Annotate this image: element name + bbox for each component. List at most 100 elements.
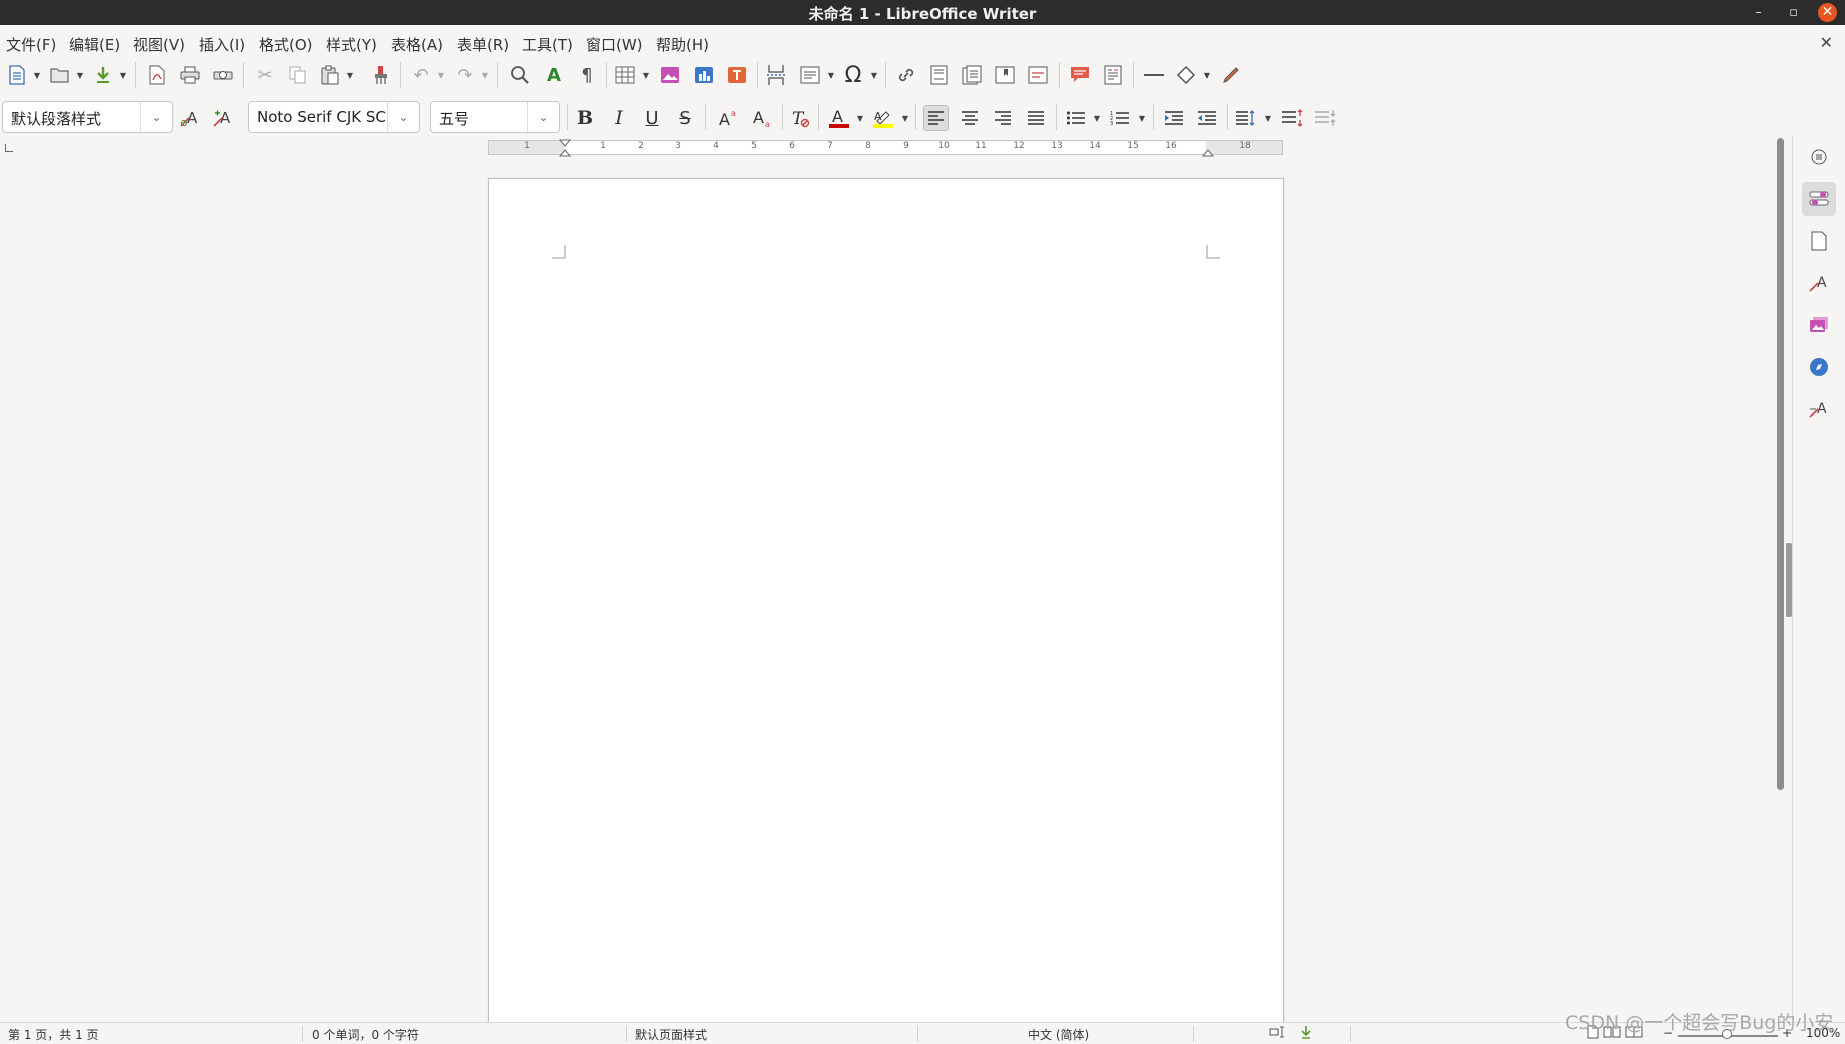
spelling-icon[interactable]: A (541, 62, 567, 88)
special-character-dropdown-arrow[interactable]: ▼ (869, 62, 879, 88)
highlight-color-icon[interactable]: A (870, 105, 896, 131)
draw-icon[interactable] (1218, 62, 1244, 88)
subscript-icon[interactable]: Aa (749, 105, 775, 131)
styles-icon[interactable]: A (1802, 266, 1836, 300)
word-count[interactable]: 0 个单词，0 个字符 (312, 1026, 419, 1043)
menu-tools[interactable]: 工具(T) (522, 34, 573, 55)
scrollbar-thumb[interactable] (1777, 138, 1784, 790)
menu-format[interactable]: 格式(O) (259, 34, 313, 55)
page-break-icon[interactable] (763, 62, 789, 88)
paste-icon[interactable] (317, 62, 343, 88)
superscript-icon[interactable]: Aa (715, 105, 741, 131)
chevron-down-icon[interactable]: ⌄ (527, 102, 559, 132)
redo-dropdown-arrow[interactable]: ▼ (480, 62, 490, 88)
menu-file[interactable]: 文件(F) (6, 34, 56, 55)
insert-table-dropdown-arrow[interactable]: ▼ (641, 62, 651, 88)
footnote-icon[interactable] (926, 62, 952, 88)
open-dropdown-arrow[interactable]: ▼ (75, 62, 85, 88)
horizontal-ruler[interactable]: 1 1 2 3 4 5 6 7 8 9 10 11 12 13 14 15 16… (488, 139, 1283, 157)
update-style-icon[interactable]: A (177, 105, 203, 131)
clear-formatting-icon[interactable]: T (787, 105, 813, 131)
right-indent-marker[interactable] (1202, 139, 1214, 157)
paragraph-style-combo[interactable]: 默认段落样式 ⌄ (2, 101, 173, 133)
manage-changes-icon[interactable]: A (1802, 392, 1836, 426)
print-preview-icon[interactable] (210, 62, 236, 88)
new-dropdown-arrow[interactable]: ▼ (32, 62, 42, 88)
paste-dropdown-arrow[interactable]: ▼ (345, 62, 355, 88)
save-icon[interactable] (90, 62, 116, 88)
print-icon[interactable] (177, 62, 203, 88)
page-count[interactable]: 第 1 页，共 1 页 (8, 1026, 99, 1043)
comment-icon[interactable] (1067, 62, 1093, 88)
vertical-scrollbar[interactable] (1774, 138, 1786, 1024)
insert-mode-icon[interactable] (1269, 1025, 1287, 1042)
line-spacing-dropdown-arrow[interactable]: ▼ (1263, 105, 1273, 131)
menu-window[interactable]: 窗口(W) (586, 34, 643, 55)
font-size-combo[interactable]: 五号 ⌄ (430, 101, 560, 133)
cut-icon[interactable]: ✂ (252, 62, 278, 88)
align-center-icon[interactable] (957, 105, 983, 131)
numbered-list-icon[interactable]: 123 (1107, 105, 1133, 131)
highlight-dropdown-arrow[interactable]: ▼ (900, 105, 910, 131)
new-style-icon[interactable]: A (210, 105, 236, 131)
decrease-paragraph-spacing-icon[interactable] (1312, 105, 1338, 131)
increase-paragraph-spacing-icon[interactable] (1279, 105, 1305, 131)
insert-table-icon[interactable] (612, 62, 638, 88)
hyperlink-icon[interactable] (893, 62, 919, 88)
bold-icon[interactable]: B (572, 105, 598, 131)
copy-icon[interactable] (285, 62, 311, 88)
endnote-icon[interactable] (959, 62, 985, 88)
italic-icon[interactable]: I (606, 105, 632, 131)
open-icon[interactable] (47, 62, 73, 88)
justify-icon[interactable] (1023, 105, 1049, 131)
save-dropdown-arrow[interactable]: ▼ (118, 62, 128, 88)
menu-help[interactable]: 帮助(H) (656, 34, 709, 55)
clone-formatting-icon[interactable] (368, 62, 394, 88)
bullet-list-icon[interactable] (1063, 105, 1089, 131)
redo-icon[interactable]: ↷ (452, 62, 478, 88)
menu-edit[interactable]: 编辑(E) (69, 34, 120, 55)
font-name-combo[interactable]: Noto Serif CJK SC ⌄ (248, 101, 420, 133)
new-document-icon[interactable] (4, 62, 30, 88)
document-page[interactable] (488, 178, 1284, 1044)
left-indent-marker[interactable] (559, 139, 571, 157)
menu-table[interactable]: 表格(A) (391, 34, 443, 55)
decrease-indent-icon[interactable] (1194, 105, 1220, 131)
text-language[interactable]: 中文 (简体) (1028, 1026, 1089, 1043)
bookmark-icon[interactable] (992, 62, 1018, 88)
special-character-icon[interactable]: Ω (840, 62, 866, 88)
restore-button[interactable]: ▫ (1784, 3, 1803, 22)
basic-shapes-dropdown-arrow[interactable]: ▼ (1202, 62, 1212, 88)
numbered-list-dropdown-arrow[interactable]: ▼ (1137, 105, 1147, 131)
gallery-icon[interactable] (1802, 308, 1836, 342)
increase-indent-icon[interactable] (1161, 105, 1187, 131)
insert-field-icon[interactable] (797, 62, 823, 88)
font-color-icon[interactable]: A (826, 105, 852, 131)
undo-icon[interactable]: ↶ (408, 62, 434, 88)
line-spacing-icon[interactable] (1233, 105, 1259, 131)
insert-text-box-icon[interactable] (724, 62, 750, 88)
insert-image-icon[interactable] (657, 62, 683, 88)
insert-field-dropdown-arrow[interactable]: ▼ (826, 62, 836, 88)
basic-shapes-icon[interactable] (1173, 62, 1199, 88)
sidebar-menu-icon[interactable] (1802, 140, 1836, 174)
undo-dropdown-arrow[interactable]: ▼ (436, 62, 446, 88)
close-document-button[interactable]: ✕ (1820, 33, 1833, 52)
bullet-list-dropdown-arrow[interactable]: ▼ (1092, 105, 1102, 131)
formatting-marks-icon[interactable]: ¶ (574, 62, 600, 88)
line-icon[interactable] (1141, 62, 1167, 88)
menu-insert[interactable]: 插入(I) (199, 34, 245, 55)
find-replace-icon[interactable] (507, 62, 533, 88)
chevron-down-icon[interactable]: ⌄ (387, 102, 419, 132)
chevron-down-icon[interactable]: ⌄ (140, 102, 172, 132)
close-window-button[interactable]: ✕ (1818, 3, 1837, 22)
align-left-icon[interactable] (923, 105, 949, 131)
menu-styles[interactable]: 样式(Y) (326, 34, 377, 55)
navigator-icon[interactable] (1802, 350, 1836, 384)
menu-view[interactable]: 视图(V) (133, 34, 185, 55)
underline-icon[interactable]: U (639, 105, 665, 131)
document-modified-icon[interactable] (1300, 1025, 1312, 1042)
menu-form[interactable]: 表单(R) (457, 34, 509, 55)
page-icon[interactable] (1802, 224, 1836, 258)
align-right-icon[interactable] (990, 105, 1016, 131)
